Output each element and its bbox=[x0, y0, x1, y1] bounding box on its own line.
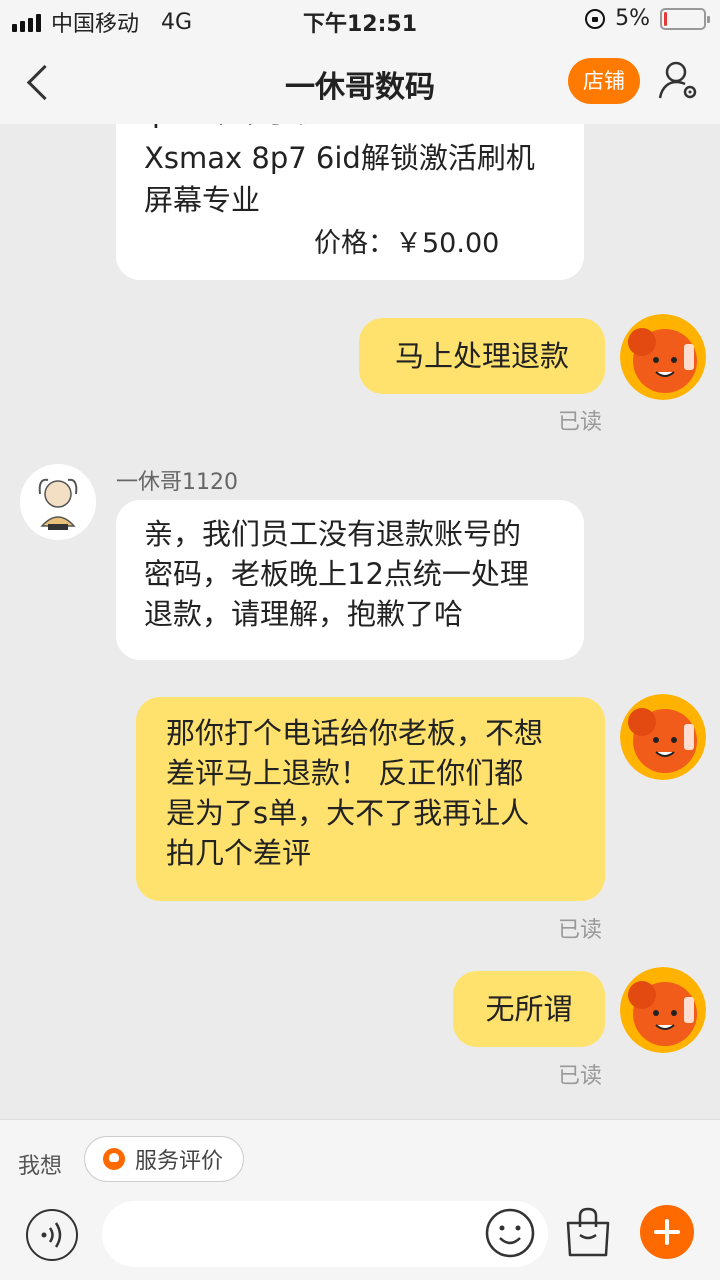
my-avatar[interactable] bbox=[620, 967, 706, 1053]
message-text: 马上处理退款 bbox=[394, 339, 569, 373]
user-avatar-icon bbox=[620, 314, 706, 400]
message-line: 是为了s单，大不了我再让人 bbox=[166, 796, 530, 830]
quick-reply-label: 我想 bbox=[18, 1154, 63, 1179]
battery-icon bbox=[660, 7, 710, 30]
product-title-line-2: Xsmax 8p7 6id解锁激活刷机 bbox=[144, 141, 535, 175]
message-text: 无所谓 bbox=[485, 992, 573, 1026]
shopping-bag-button[interactable] bbox=[563, 1205, 613, 1259]
monk-avatar-icon bbox=[20, 464, 96, 540]
message-line: 那你打个电话给你老板，不想 bbox=[166, 716, 544, 750]
rating-icon bbox=[103, 1148, 125, 1170]
message-bubble-outgoing[interactable]: 那你打个电话给你老板，不想 差评马上退款！ 反正你们都 是为了s单，大不了我再让… bbox=[136, 697, 605, 901]
sender-name: 一休哥1120 bbox=[116, 470, 238, 495]
store-button[interactable]: 店铺 bbox=[568, 58, 640, 104]
chip-label: 服务评价 bbox=[135, 1149, 224, 1174]
read-status: 已读 bbox=[558, 1064, 603, 1089]
message-input[interactable] bbox=[102, 1201, 548, 1267]
message-line: 密码，老板晚上12点统一处理 bbox=[144, 557, 529, 591]
rotation-lock-icon bbox=[585, 8, 606, 29]
profile-settings-button[interactable] bbox=[656, 58, 700, 102]
status-bar: 中国移动 4G 下午12:51 5% bbox=[0, 0, 720, 40]
more-options-button[interactable] bbox=[640, 1205, 694, 1259]
my-avatar[interactable] bbox=[620, 694, 706, 780]
message-line: 拍几个差评 bbox=[166, 836, 312, 870]
product-card[interactable]: ipad苹果手机iPhone xr Xsmax 8p7 6id解锁激活刷机 屏幕… bbox=[116, 124, 584, 280]
quick-reply-bar: 我想 服务评价 bbox=[0, 1119, 720, 1199]
product-title-partial: ipad苹果手机iPhone xr bbox=[144, 124, 459, 132]
chat-area[interactable]: ipad苹果手机iPhone xr Xsmax 8p7 6id解锁激活刷机 屏幕… bbox=[0, 124, 720, 1119]
product-title-line-3: 屏幕专业 bbox=[144, 183, 261, 217]
voice-icon bbox=[41, 1222, 62, 1248]
my-avatar[interactable] bbox=[620, 314, 706, 400]
emoji-button[interactable] bbox=[484, 1207, 536, 1259]
user-avatar-icon bbox=[620, 694, 706, 780]
service-rating-chip[interactable]: 服务评价 bbox=[84, 1136, 245, 1182]
message-line: 亲，我们员工没有退款账号的 bbox=[144, 517, 522, 551]
product-price-row: 价格：￥50.00 bbox=[314, 224, 499, 264]
nav-bar: 一休哥数码 店铺 bbox=[0, 40, 720, 124]
shopping-bag-icon bbox=[566, 1207, 610, 1257]
shop-avatar[interactable] bbox=[20, 464, 96, 540]
product-price: ￥50.00 bbox=[395, 228, 500, 259]
read-status: 已读 bbox=[558, 410, 603, 435]
message-bubble-incoming[interactable]: 亲，我们员工没有退款账号的 密码，老板晚上12点统一处理 退款，请理解，抱歉了哈 bbox=[116, 500, 584, 660]
battery-percent: 5% bbox=[615, 6, 650, 31]
user-avatar-icon bbox=[620, 967, 706, 1053]
battery-level bbox=[664, 11, 667, 26]
message-line: 差评马上退款！ 反正你们都 bbox=[166, 756, 524, 790]
message-bubble-outgoing[interactable]: 无所谓 bbox=[453, 971, 605, 1047]
price-label: 价格： bbox=[314, 228, 395, 259]
input-bar bbox=[0, 1199, 720, 1280]
user-settings-icon bbox=[658, 61, 697, 99]
message-line: 退款，请理解，抱歉了哈 bbox=[144, 597, 464, 631]
message-bubble-outgoing[interactable]: 马上处理退款 bbox=[359, 318, 605, 394]
emoji-icon bbox=[485, 1208, 535, 1258]
read-status: 已读 bbox=[558, 918, 603, 943]
voice-button[interactable] bbox=[26, 1209, 78, 1261]
